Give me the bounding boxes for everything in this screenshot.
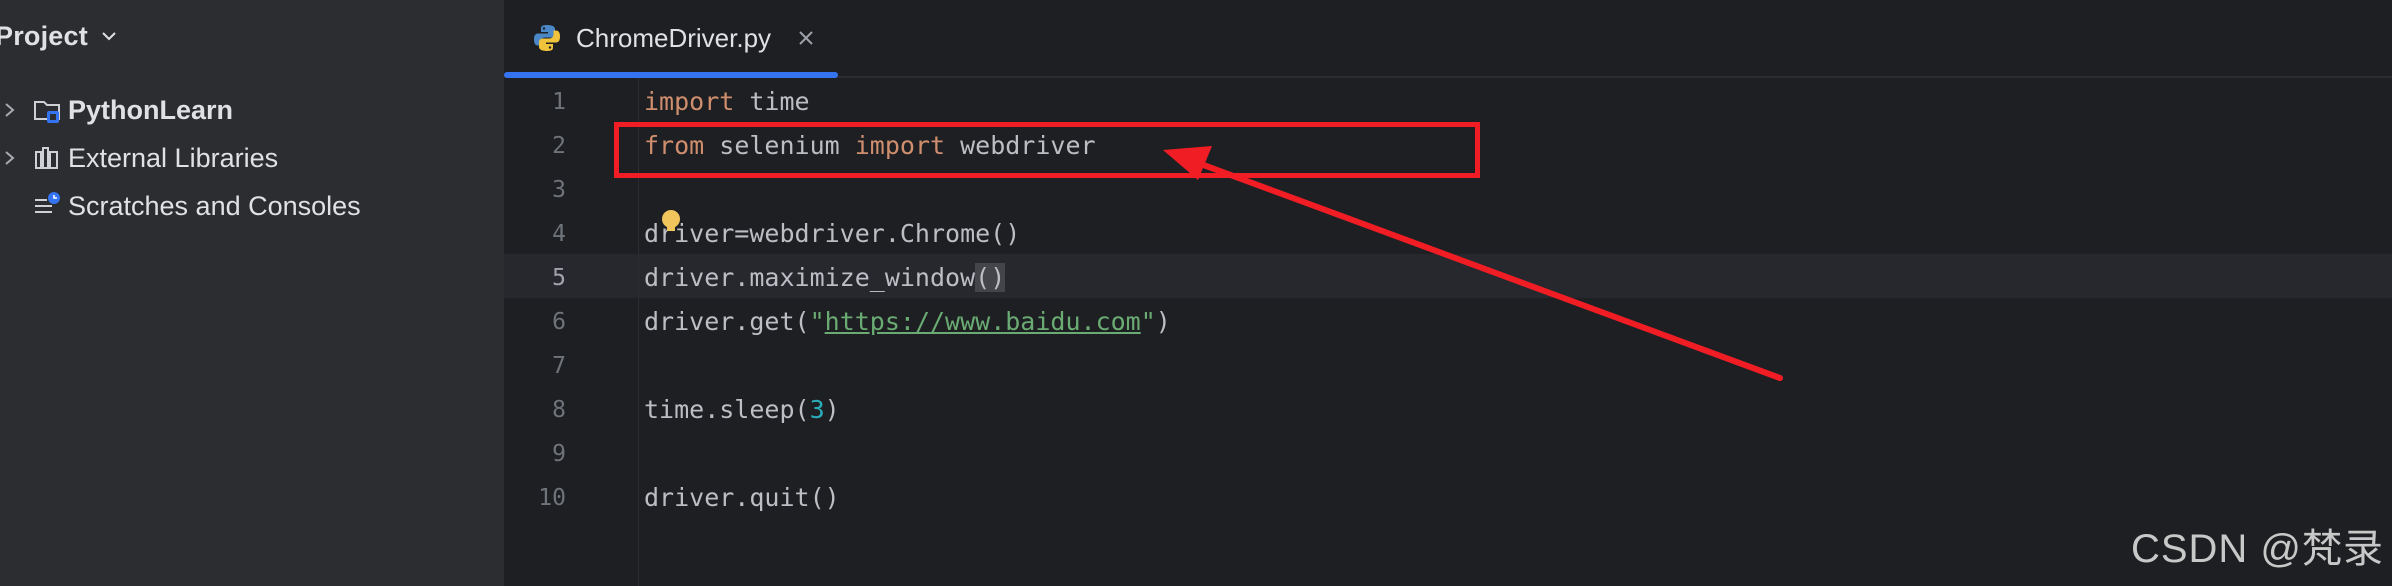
chevron-right-icon[interactable] xyxy=(2,147,20,169)
project-sidebar: Project PythonLearn External Libraries S… xyxy=(0,0,504,586)
tab-label: ChromeDriver.py xyxy=(576,22,772,53)
code-line-1[interactable]: import time xyxy=(644,80,810,124)
chevron-down-icon[interactable] xyxy=(98,25,120,47)
scratches-icon xyxy=(35,192,60,213)
line-number: 8 xyxy=(552,397,566,423)
close-icon[interactable] xyxy=(797,29,815,47)
string-quote: " xyxy=(809,307,825,336)
line-number: 4 xyxy=(552,221,566,247)
python-file-icon xyxy=(534,25,560,51)
code-text: driver.get( xyxy=(644,307,810,336)
watermark: CSDN @梵录 xyxy=(2130,527,2384,571)
number-literal: 3 xyxy=(809,395,825,424)
tree-item-label: PythonLearn xyxy=(68,94,234,125)
tree-item-scratches-and-consoles[interactable]: Scratches and Consoles xyxy=(0,182,361,230)
code-line-5[interactable]: driver.maximize_window() xyxy=(644,256,1006,300)
code-line-4[interactable]: driver=webdriver.Chrome() xyxy=(644,212,1020,256)
code-text: ) xyxy=(1155,307,1171,336)
folder-module-icon xyxy=(34,101,60,123)
code-editor[interactable]: ChromeDriver.py 1 2 3 4 5 6 7 8 9 10 imp… xyxy=(504,0,2392,586)
editor-tab-bar: ChromeDriver.py xyxy=(504,0,2392,78)
code-line-8[interactable]: time.sleep(3) xyxy=(644,388,840,432)
project-title: Project xyxy=(0,20,88,51)
tree-item-external-libraries[interactable]: External Libraries xyxy=(0,134,278,182)
lightbulb-icon[interactable] xyxy=(659,208,683,238)
tree-item-label: Scratches and Consoles xyxy=(68,190,361,221)
url-link[interactable]: https://www.baidu.com xyxy=(825,307,1141,336)
tree-item-pythonlearn[interactable]: PythonLearn xyxy=(0,86,233,134)
line-number: 1 xyxy=(552,89,566,115)
chevron-right-icon[interactable] xyxy=(2,99,20,121)
line-number: 2 xyxy=(552,133,566,159)
line-number: 3 xyxy=(552,177,566,203)
project-view-header[interactable]: Project xyxy=(0,14,120,58)
matched-parens: () xyxy=(975,263,1006,292)
code-text: driver.maximize_window xyxy=(644,263,976,292)
string-quote: " xyxy=(1140,307,1156,336)
code-text: driver.quit() xyxy=(644,483,840,512)
annotation-highlight-box xyxy=(614,122,1480,178)
code-line-10[interactable]: driver.quit() xyxy=(644,476,840,520)
code-text: time xyxy=(734,87,810,116)
line-number-current: 5 xyxy=(552,265,566,291)
library-icon xyxy=(35,147,58,169)
line-number: 9 xyxy=(552,441,566,467)
tab-chromedriver-py[interactable]: ChromeDriver.py xyxy=(504,0,838,78)
code-text: driver=webdriver.Chrome() xyxy=(644,219,1021,248)
line-number: 7 xyxy=(552,353,566,379)
code-line-6[interactable]: driver.get("https://www.baidu.com") xyxy=(644,300,1171,344)
line-number: 6 xyxy=(552,309,566,335)
keyword: import xyxy=(644,87,735,116)
code-text: time.sleep( xyxy=(644,395,810,424)
line-number: 10 xyxy=(538,485,566,511)
tree-item-label: External Libraries xyxy=(68,142,279,173)
code-text: ) xyxy=(824,395,840,424)
